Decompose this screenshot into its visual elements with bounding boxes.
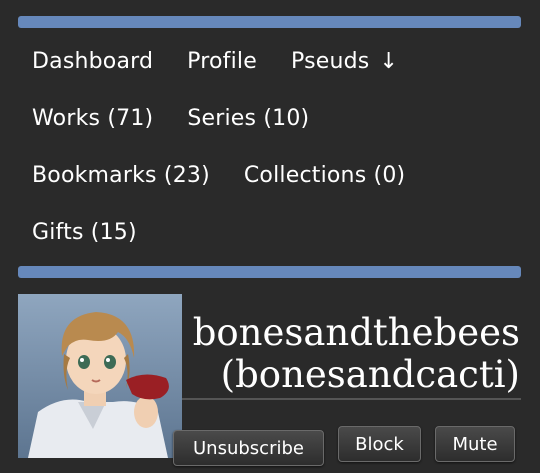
- anime-character-avatar-icon: [18, 294, 182, 458]
- bottom-divider-bar: [18, 266, 521, 278]
- nav-link-gifts[interactable]: Gifts (15): [32, 220, 137, 245]
- nav-row-4: Gifts (15): [32, 220, 171, 245]
- nav-row-2: Works (71) Series (10): [32, 106, 343, 131]
- account-username: (bonesandcacti): [220, 353, 520, 396]
- heading-underline: [182, 398, 521, 400]
- top-divider-bar: [18, 16, 521, 28]
- nav-link-pseuds-label: Pseuds: [290, 49, 370, 74]
- unsubscribe-button[interactable]: Unsubscribe: [173, 430, 324, 466]
- user-avatar[interactable]: [18, 294, 182, 458]
- nav-link-series[interactable]: Series (10): [187, 106, 309, 131]
- pseud-name: bonesandthebees: [192, 311, 520, 354]
- mute-button[interactable]: Mute: [435, 426, 515, 462]
- nav-link-bookmarks[interactable]: Bookmarks (23): [32, 163, 210, 188]
- nav-link-profile[interactable]: Profile: [187, 49, 257, 74]
- block-button[interactable]: Block: [338, 426, 421, 462]
- nav-row-3: Bookmarks (23) Collections (0): [32, 163, 439, 188]
- nav-link-dashboard[interactable]: Dashboard: [32, 49, 153, 74]
- nav-link-collections[interactable]: Collections (0): [244, 163, 405, 188]
- nav-link-works[interactable]: Works (71): [32, 106, 153, 131]
- user-heading: bonesandthebees (bonesandcacti): [193, 312, 520, 396]
- nav-link-pseuds[interactable]: Pseuds ↓: [291, 49, 398, 74]
- nav-row-1: Dashboard Profile Pseuds ↓: [32, 49, 432, 74]
- down-arrow-icon: ↓: [379, 49, 399, 74]
